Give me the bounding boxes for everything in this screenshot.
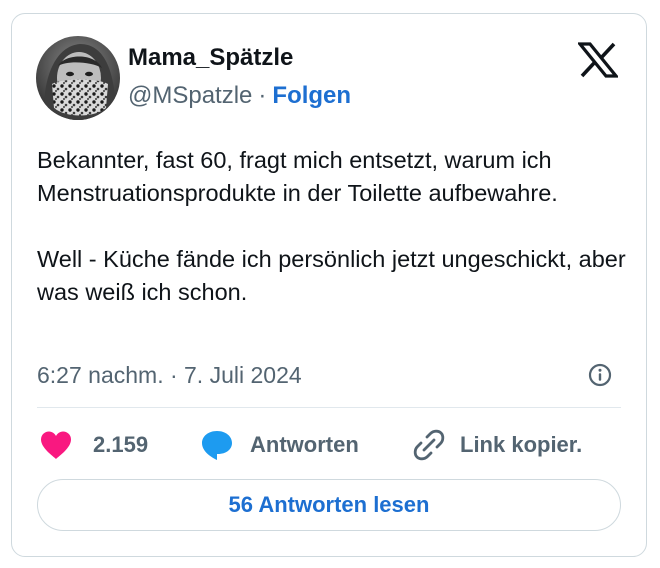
display-name[interactable]: Mama_Spätzle [128,44,293,72]
avatar-image [36,36,120,120]
info-icon[interactable] [587,362,613,388]
link-icon [413,429,445,461]
tweet-card: Mama_Spätzle @MSpatzle · Folgen Bekannter,… [11,13,647,557]
like-count: 2.159 [93,432,149,457]
copy-link-label: Link kopier. [460,432,583,457]
tweet-paragraph-1: Bekannter, fast 60, fragt mich entsetzt,… [37,147,558,206]
separator-dot: · [258,82,267,109]
like-button[interactable]: 2.159 [39,428,148,462]
timestamp[interactable]: 6:27 nachm. · 7. Juli 2024 [37,362,302,389]
tweet-paragraph-2: Well - Küche fände ich persönlich jetzt … [37,246,626,305]
user-handle[interactable]: @MSpatzle [128,82,252,109]
speech-bubble-icon [202,431,232,460]
divider [37,407,621,408]
avatar[interactable] [36,36,120,120]
reply-label: Antworten [250,432,359,457]
x-logo-icon[interactable] [576,42,620,78]
reply-button[interactable]: Antworten [200,428,359,462]
copy-link-button[interactable]: Link kopier. [412,428,582,462]
read-replies-button[interactable]: 56 Antworten lesen [37,479,621,531]
handle-row: @MSpatzle · Folgen [128,82,351,110]
heart-icon [41,431,71,459]
tweet-text: Bekannter, fast 60, fragt mich entsetzt,… [37,144,637,309]
follow-button[interactable]: Folgen [272,82,351,109]
